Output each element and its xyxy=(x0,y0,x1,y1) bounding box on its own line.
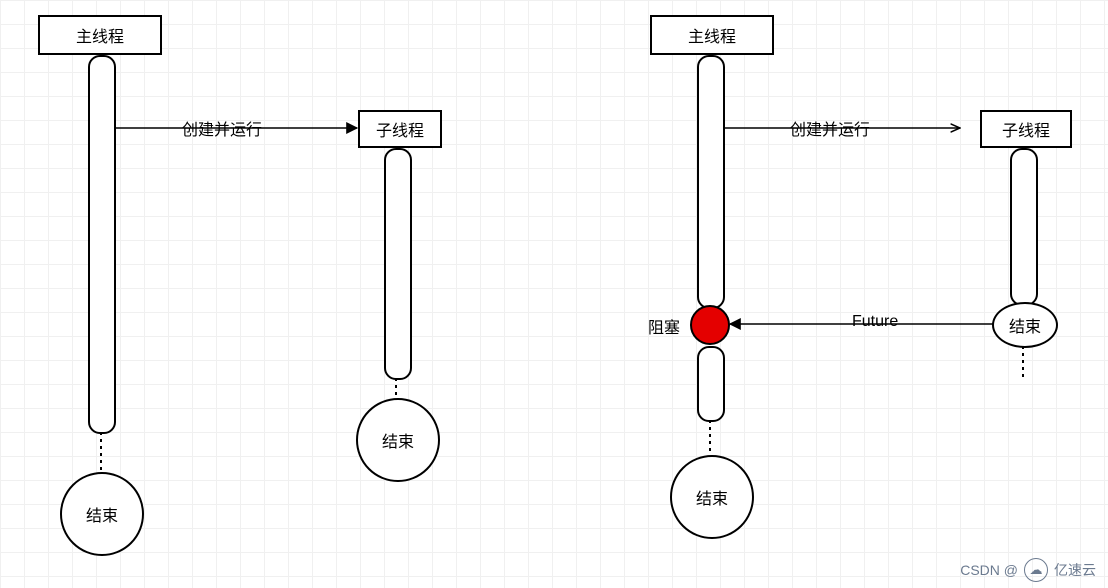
left-main-end-label: 结束 xyxy=(86,502,118,526)
right-create-run-label: 创建并运行 xyxy=(790,116,870,140)
right-child-thread-box: 子线程 xyxy=(980,110,1072,148)
block-label: 阻塞 xyxy=(648,314,680,338)
brand-text: 亿速云 xyxy=(1054,560,1096,580)
right-main-lifeline-lower xyxy=(697,346,725,422)
connector-lines xyxy=(0,0,1108,588)
watermark: CSDN @ ☁ 亿速云 xyxy=(960,558,1096,582)
left-main-thread-label: 主线程 xyxy=(76,23,124,47)
right-child-lifeline xyxy=(1010,148,1038,306)
right-child-end: 结束 xyxy=(992,302,1058,348)
left-main-end: 结束 xyxy=(60,472,144,556)
left-child-thread-box: 子线程 xyxy=(358,110,442,148)
left-create-run-label: 创建并运行 xyxy=(182,116,262,140)
left-main-thread-box: 主线程 xyxy=(38,15,162,55)
right-child-thread-label: 子线程 xyxy=(1002,117,1050,141)
right-main-end-label: 结束 xyxy=(696,485,728,509)
csdn-text: CSDN @ xyxy=(960,562,1018,578)
right-main-end: 结束 xyxy=(670,455,754,539)
block-red-dot xyxy=(690,305,730,345)
left-child-lifeline xyxy=(384,148,412,380)
future-label: Future xyxy=(852,313,898,331)
left-child-thread-label: 子线程 xyxy=(376,117,424,141)
right-main-thread-label: 主线程 xyxy=(688,23,736,47)
right-child-end-label: 结束 xyxy=(1009,313,1041,337)
right-main-lifeline-upper xyxy=(697,55,725,309)
left-child-end-label: 结束 xyxy=(382,428,414,452)
left-main-lifeline xyxy=(88,55,116,434)
left-child-end: 结束 xyxy=(356,398,440,482)
right-main-thread-box: 主线程 xyxy=(650,15,774,55)
cloud-icon: ☁ xyxy=(1024,558,1048,582)
